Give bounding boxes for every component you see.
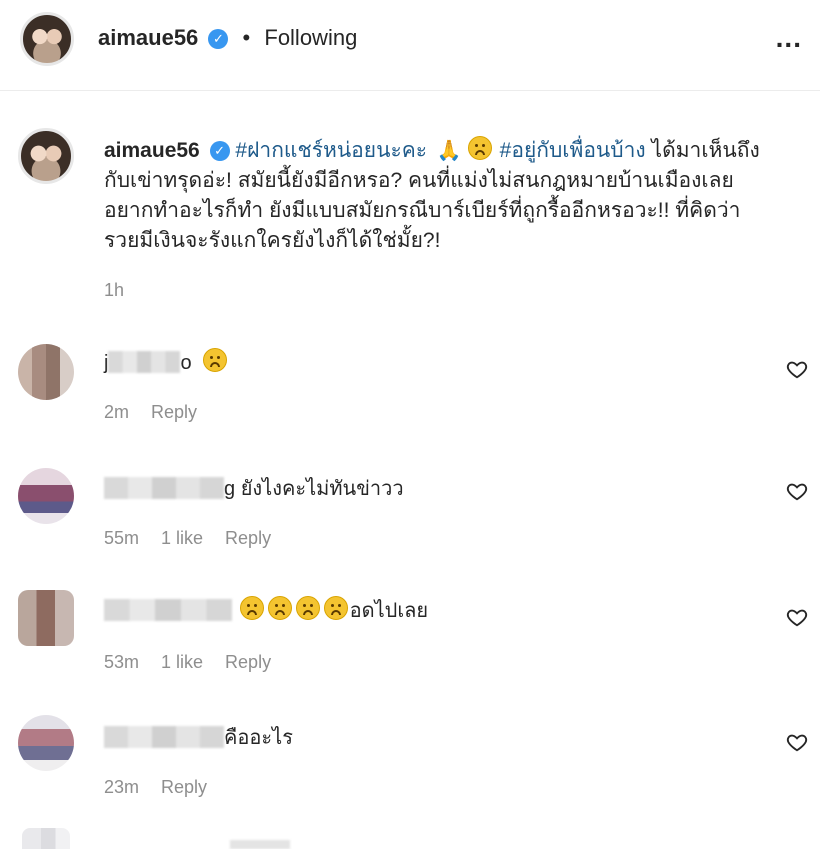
following-button[interactable]: Following [264, 25, 357, 50]
comment-time[interactable]: 23m [104, 777, 139, 797]
pray-emoji-icon: 🙏 [436, 140, 462, 162]
caption-line3: อยากทำอะไรก็ทำ ยังมีแบบสมัยกรณีบาร์เบียร… [104, 199, 741, 222]
sad-emoji-icon [467, 136, 492, 160]
comment-item: คืออะไร 23m Reply [0, 697, 820, 817]
sad-emoji-icon [203, 348, 228, 372]
header-username[interactable]: aimaue56 [98, 25, 198, 50]
verified-badge-icon: ✓ [209, 141, 230, 161]
crying-emoji-icon [295, 596, 320, 620]
caption-line4: รวยมีเงินจะรังแกใครยังไงก็ได้ใช่มั้ย?! [104, 229, 441, 252]
comment-text: ยังไงคะไม่ทันข่าวว [240, 478, 404, 500]
commenter-avatar[interactable] [18, 715, 74, 771]
comment-likes[interactable]: 1 like [161, 652, 203, 672]
heart-outline-icon[interactable] [786, 606, 808, 628]
comment-meta: 53m 1 like Reply [104, 652, 293, 673]
comment-item: g ยังไงคะไม่ทันข่าวว 55m 1 like Reply [0, 448, 820, 568]
header-user-row: aimaue56 ✓ • Following [98, 25, 357, 51]
blurred-username [104, 599, 232, 621]
comment-text: อดไปเลย [349, 600, 429, 622]
more-options-icon[interactable]: ... [776, 22, 802, 54]
verified-badge-icon: ✓ [208, 29, 229, 49]
comment-time[interactable]: 53m [104, 652, 139, 672]
comment-likes[interactable]: 1 like [161, 528, 203, 548]
blurred-username [108, 351, 181, 373]
reply-button[interactable]: Reply [161, 777, 207, 797]
comment-time[interactable]: 55m [104, 528, 139, 548]
caption-line1-text: ได้มาเห็นถึง [651, 139, 760, 162]
blurred-username-partial [230, 840, 290, 849]
comment-meta: 55m 1 like Reply [104, 528, 293, 549]
commenter-name-tail[interactable]: o [180, 352, 191, 374]
comment-item: jo 2m Reply [0, 322, 820, 442]
commenter-name-tail[interactable]: g [224, 478, 235, 500]
heart-outline-icon[interactable] [786, 731, 808, 753]
crying-emoji-icon [239, 596, 264, 620]
caption-username[interactable]: aimaue56 [104, 139, 200, 162]
crying-emoji-icon [323, 596, 348, 620]
commenter-avatar-partial[interactable] [22, 828, 70, 849]
reply-button[interactable]: Reply [225, 528, 271, 548]
comment-item: อดไปเลย 53m 1 like Reply [0, 572, 820, 692]
caption-line2: กับเข่าทรุดอ่ะ! สมัยนี้ยังมีอีกหรอ? คนที… [104, 169, 734, 192]
comment-body: g ยังไงคะไม่ทันข่าวว [104, 472, 404, 504]
heart-outline-icon[interactable] [786, 480, 808, 502]
commenter-avatar[interactable] [18, 468, 74, 524]
comment-text: คืออะไร [224, 727, 293, 749]
blurred-username [104, 726, 224, 748]
hashtag-link[interactable]: #อยู่กับเพื่อนบ้าง [500, 139, 646, 162]
comment-time[interactable]: 2m [104, 402, 129, 422]
comment-meta: 23m Reply [104, 777, 229, 798]
commenter-avatar[interactable] [18, 344, 74, 400]
crying-emoji-icon [267, 596, 292, 620]
blurred-username [104, 477, 224, 499]
comment-body: คืออะไร [104, 721, 293, 753]
caption-text: aimaue56 ✓ #ฝากแชร์หน่อยนะคะ 🙏 #อยู่กับเ… [104, 136, 804, 256]
profile-avatar[interactable] [20, 12, 74, 66]
reply-button[interactable]: Reply [225, 652, 271, 672]
reply-button[interactable]: Reply [151, 402, 197, 422]
comment-body: jo [104, 348, 229, 375]
hashtag-link[interactable]: #ฝากแชร์หน่อยนะคะ [235, 139, 427, 162]
caption-avatar[interactable] [18, 128, 74, 184]
comment-body: อดไปเลย [104, 594, 428, 626]
separator-dot: • [242, 25, 251, 50]
post-header: aimaue56 ✓ • Following ... [0, 0, 820, 91]
comment-meta: 2m Reply [104, 402, 219, 423]
commenter-avatar[interactable] [18, 590, 74, 646]
caption-timestamp[interactable]: 1h [104, 280, 124, 301]
heart-outline-icon[interactable] [786, 358, 808, 380]
